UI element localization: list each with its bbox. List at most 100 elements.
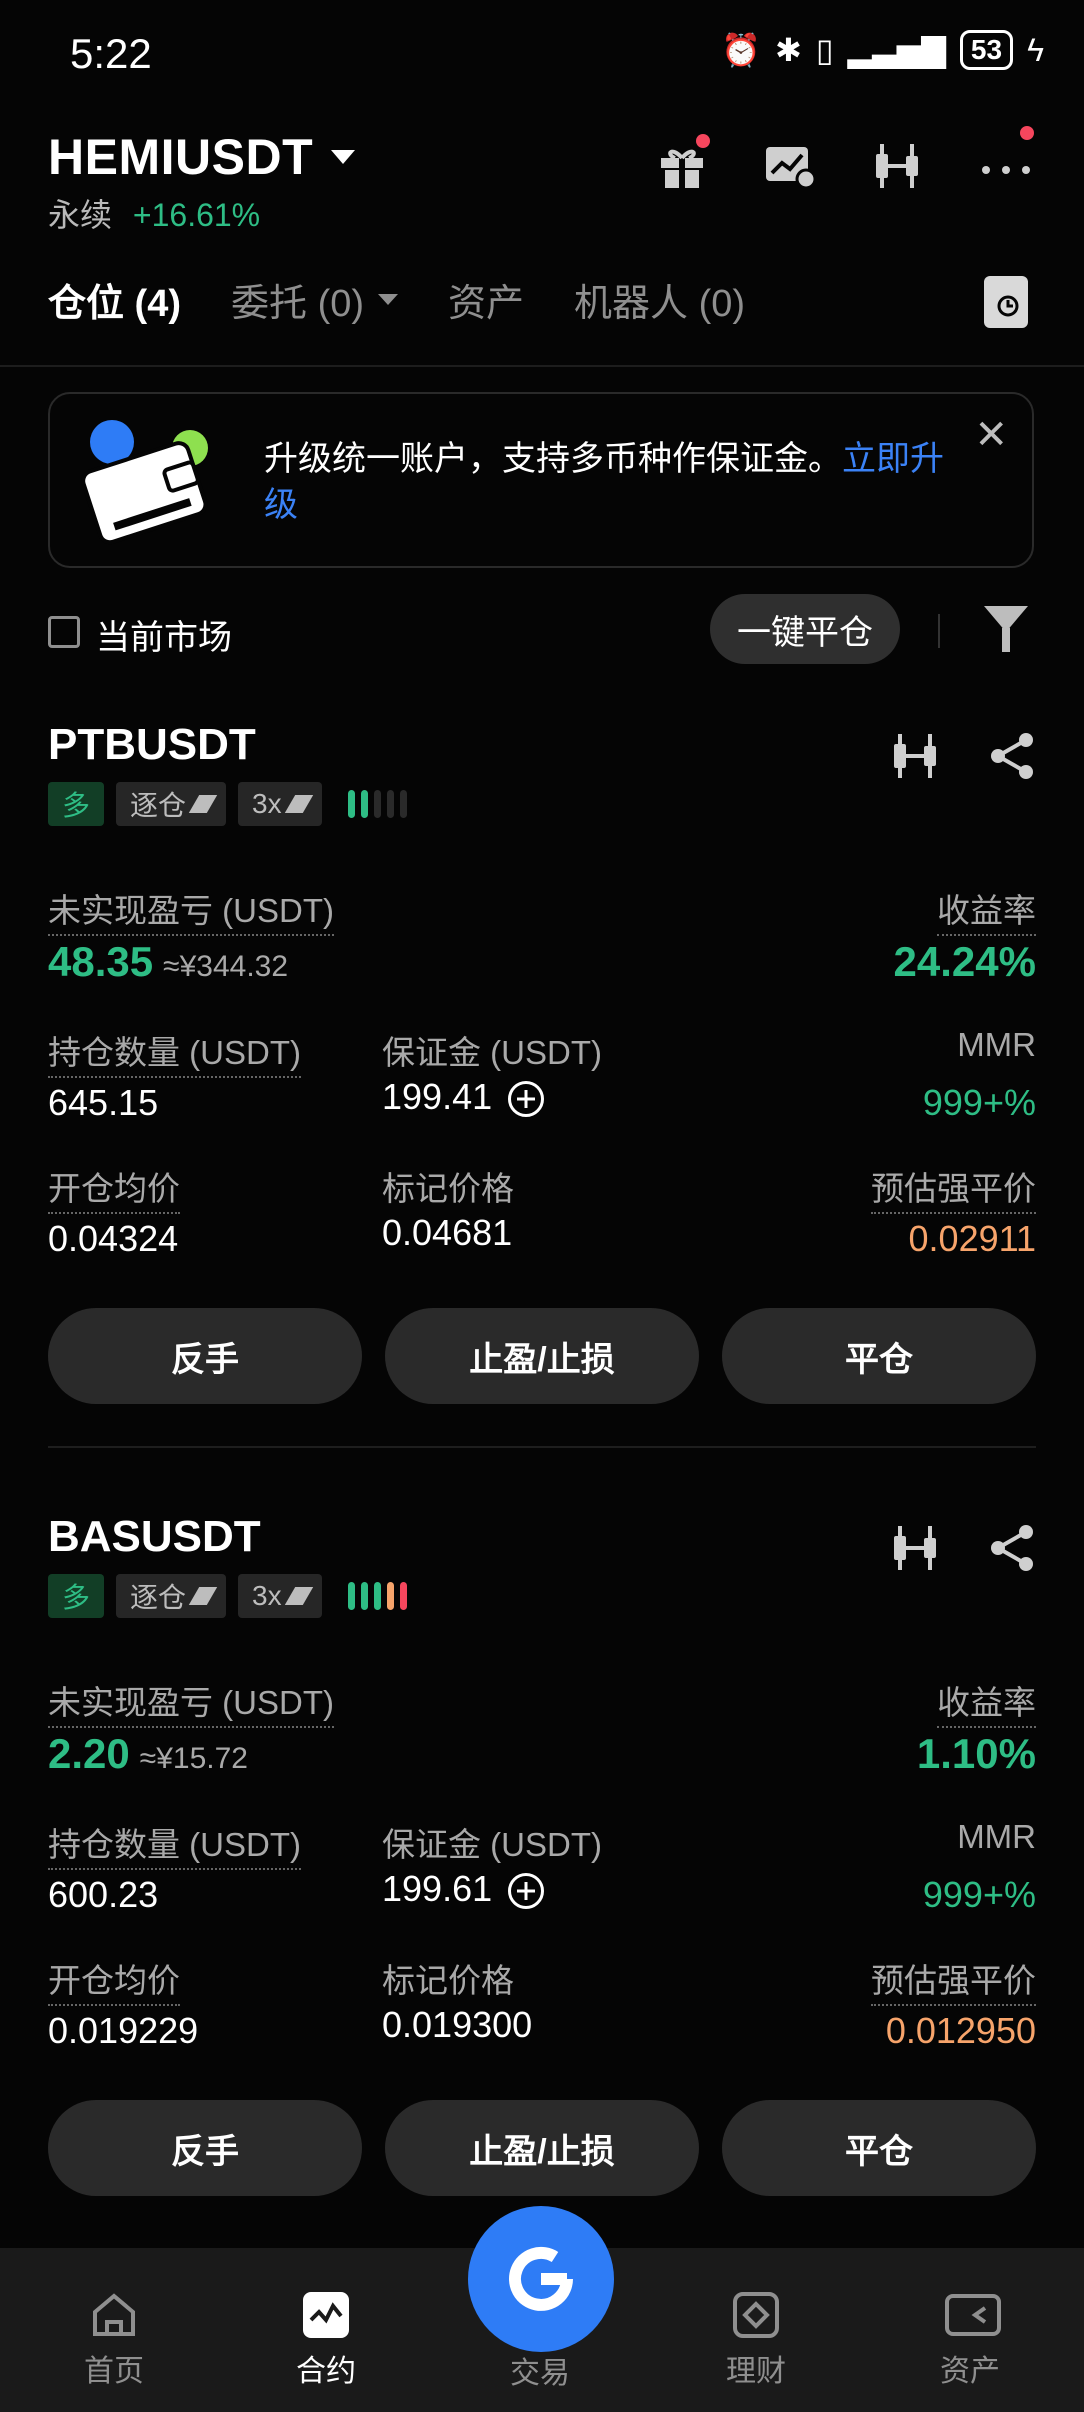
nav-assets[interactable]: 资产 — [890, 2290, 1050, 2390]
mmr-label: MMR — [957, 1818, 1036, 1855]
unrealized-pnl-label[interactable]: 未实现盈亏 (USDT) — [48, 1676, 334, 1728]
roe-label[interactable]: 收益率 — [937, 884, 1036, 936]
symbol-selector[interactable]: HEMIUSDT — [48, 128, 356, 186]
roe-label[interactable]: 收益率 — [937, 1676, 1036, 1728]
alarm-icon: ⏰ — [721, 32, 762, 68]
share-icon[interactable] — [988, 732, 1036, 780]
edit-icon — [284, 795, 313, 813]
signal-icon: ▂▃▅▇ — [847, 32, 946, 68]
margin-value: 199.61 — [382, 1868, 545, 1910]
candlestick-icon[interactable] — [892, 732, 940, 780]
unrealized-pnl-label[interactable]: 未实现盈亏 (USDT) — [48, 884, 334, 936]
current-market-checkbox[interactable] — [48, 616, 80, 648]
size-value: 645.15 — [48, 1082, 159, 1123]
mark-price-value: 0.04681 — [382, 1212, 513, 1253]
chart-check-icon[interactable] — [764, 140, 816, 192]
close-position-button[interactable]: 平仓 — [722, 1308, 1036, 1404]
candlestick-icon[interactable] — [892, 1524, 940, 1572]
risk-bar — [386, 1582, 394, 1610]
tab-orders[interactable]: 委托 (0) — [231, 272, 399, 327]
leverage-tag[interactable]: 3x — [238, 782, 322, 826]
header-actions — [656, 126, 1034, 192]
wallet-icon — [945, 2290, 1001, 2340]
position-pair[interactable]: BASUSDT — [48, 1512, 261, 1562]
position-pair[interactable]: PTBUSDT — [48, 720, 256, 770]
history-doc-icon[interactable] — [984, 276, 1028, 328]
nav-home[interactable]: 首页 — [34, 2290, 194, 2390]
unrealized-pnl-value: 2.20 ≈¥15.72 — [48, 1730, 248, 1777]
banner-message: 升级统一账户，支持多币种作保证金。立即升级 — [264, 440, 944, 524]
add-margin-icon[interactable] — [508, 1873, 545, 1910]
tab-assets[interactable]: 资产 — [448, 272, 524, 327]
card-actions — [892, 1524, 1036, 1572]
nav-futures[interactable]: 合约 — [246, 2290, 406, 2390]
wallet-icon — [80, 414, 220, 553]
tp-sl-button[interactable]: 止盈/止损 — [385, 1308, 699, 1404]
risk-level-bars — [347, 790, 407, 818]
battery-icon: 53 — [959, 30, 1014, 70]
side-badge: 多 — [48, 1574, 105, 1618]
size-label[interactable]: 持仓数量 (USDT) — [48, 1818, 301, 1870]
chevron-down-icon — [331, 150, 356, 164]
risk-bar — [373, 1582, 381, 1610]
margin-mode-tag[interactable]: 逐仓 — [116, 782, 227, 826]
close-icon[interactable]: ✕ — [974, 412, 1008, 458]
tab-positions[interactable]: 仓位 (4) — [48, 272, 181, 327]
notification-dot — [696, 134, 710, 148]
notification-dot — [1020, 126, 1034, 140]
edit-icon — [188, 1587, 218, 1605]
pnl-cny: ≈¥344.32 — [163, 950, 289, 983]
candlestick-icon[interactable] — [872, 140, 924, 192]
size-label[interactable]: 持仓数量 (USDT) — [48, 1026, 301, 1078]
position-tags: 多 逐仓 3x — [48, 782, 407, 826]
roe-value: 24.24% — [893, 938, 1036, 985]
symbol-title: HEMIUSDT — [48, 129, 314, 185]
tab-bots[interactable]: 机器人 (0) — [574, 272, 745, 327]
risk-bar — [360, 1582, 368, 1610]
mark-price-value: 0.019300 — [382, 2004, 533, 2045]
mark-price-label: 标记价格 — [382, 1170, 514, 1207]
risk-bar — [399, 1582, 407, 1610]
close-all-button[interactable]: 一键平仓 — [710, 594, 900, 664]
margin-label: 保证金 (USDT) — [382, 1034, 602, 1071]
earn-icon — [731, 2290, 781, 2340]
liq-price-label[interactable]: 预估强平价 — [871, 1162, 1036, 1214]
margin-value: 199.41 — [382, 1076, 545, 1118]
share-icon[interactable] — [988, 1524, 1036, 1572]
trade-fab[interactable] — [468, 2206, 614, 2352]
add-margin-icon[interactable] — [508, 1081, 545, 1118]
margin-mode-tag[interactable]: 逐仓 — [116, 1574, 227, 1618]
liq-price-value: 0.02911 — [908, 1218, 1036, 1259]
unrealized-pnl-value: 48.35 ≈¥344.32 — [48, 938, 289, 985]
more-icon[interactable] — [980, 126, 1034, 192]
gift-icon[interactable] — [656, 134, 710, 192]
reverse-button[interactable]: 反手 — [48, 2100, 362, 2196]
leverage-tag[interactable]: 3x — [238, 1574, 322, 1618]
filter-divider — [938, 614, 940, 648]
mmr-label: MMR — [957, 1026, 1036, 1063]
liq-price-value: 0.012950 — [885, 2010, 1036, 2051]
pnl-cny: ≈¥15.72 — [139, 1742, 248, 1775]
side-badge: 多 — [48, 782, 105, 826]
futures-icon — [301, 2290, 351, 2340]
liq-price-label[interactable]: 预估强平价 — [871, 1954, 1036, 2006]
edit-icon — [284, 1587, 313, 1605]
card-divider — [48, 1446, 1036, 1448]
nav-earn[interactable]: 理财 — [676, 2290, 836, 2390]
card-actions — [892, 732, 1036, 780]
entry-price-value: 0.019229 — [48, 2010, 199, 2051]
risk-bar — [347, 1582, 355, 1610]
reverse-button[interactable]: 反手 — [48, 1308, 362, 1404]
mmr-value: 999+% — [922, 1082, 1036, 1123]
entry-price-label[interactable]: 开仓均价 — [48, 1954, 180, 2006]
price-change: +16.61% — [132, 197, 261, 233]
tp-sl-button[interactable]: 止盈/止损 — [385, 2100, 699, 2196]
entry-price-label[interactable]: 开仓均价 — [48, 1162, 180, 1214]
trade-icon — [509, 2246, 573, 2311]
risk-level-bars — [347, 1582, 407, 1610]
status-icons: ⏰ ✱ ▯ ▂▃▅▇ 53 ϟ — [721, 30, 1044, 70]
status-time: 5:22 — [70, 30, 152, 77]
close-position-button[interactable]: 平仓 — [722, 2100, 1036, 2196]
size-value: 600.23 — [48, 1874, 159, 1915]
risk-bar — [399, 790, 407, 818]
